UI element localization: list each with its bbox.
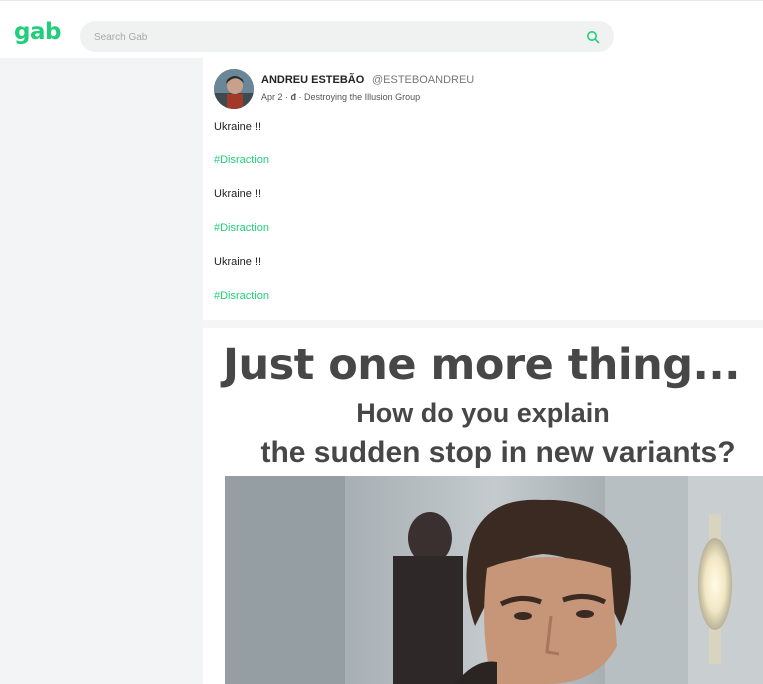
meme-photo — [225, 476, 763, 684]
author-name[interactable]: ANDREU ESTEBÃO — [261, 74, 364, 86]
author-handle[interactable]: @ESTEBOANDREU — [372, 74, 474, 86]
avatar-image — [214, 69, 254, 109]
post-text-line: Ukraine !! — [214, 188, 262, 200]
hashtag-link[interactable]: #Disraction — [214, 154, 269, 166]
search-icon[interactable] — [586, 30, 600, 44]
post-meta: Apr 2 · đ · Destroying the Illusion Grou… — [261, 92, 420, 102]
meme-subline: How do you explain — [356, 398, 610, 428]
hashtag-link[interactable]: #Disraction — [214, 290, 269, 302]
visibility-icon: đ — [290, 92, 297, 102]
meme-image[interactable]: Just one more thing... How do you explai… — [203, 328, 763, 684]
post-text-line: Ukraine !! — [214, 121, 262, 133]
post-group[interactable]: · Destroying the Illusion Group — [299, 92, 421, 102]
post-date[interactable]: Apr 2 · — [261, 92, 288, 102]
gab-logo[interactable]: gab — [14, 19, 61, 45]
hashtag-link[interactable]: #Disraction — [214, 222, 269, 234]
post-text-line: Ukraine !! — [214, 256, 262, 268]
search-bar[interactable] — [80, 21, 614, 52]
search-input[interactable] — [92, 27, 576, 47]
post-divider — [203, 320, 763, 328]
meme-question: the sudden stop in new variants? — [260, 436, 736, 469]
left-sidebar — [0, 58, 203, 684]
meme-headline: Just one more thing... — [223, 340, 741, 390]
top-nav-bar: gab — [0, 0, 763, 59]
meme-photo-image — [225, 476, 763, 684]
post-card: ANDREU ESTEBÃO @ESTEBOANDREU Apr 2 · đ ·… — [203, 58, 763, 684]
avatar[interactable] — [214, 69, 254, 109]
